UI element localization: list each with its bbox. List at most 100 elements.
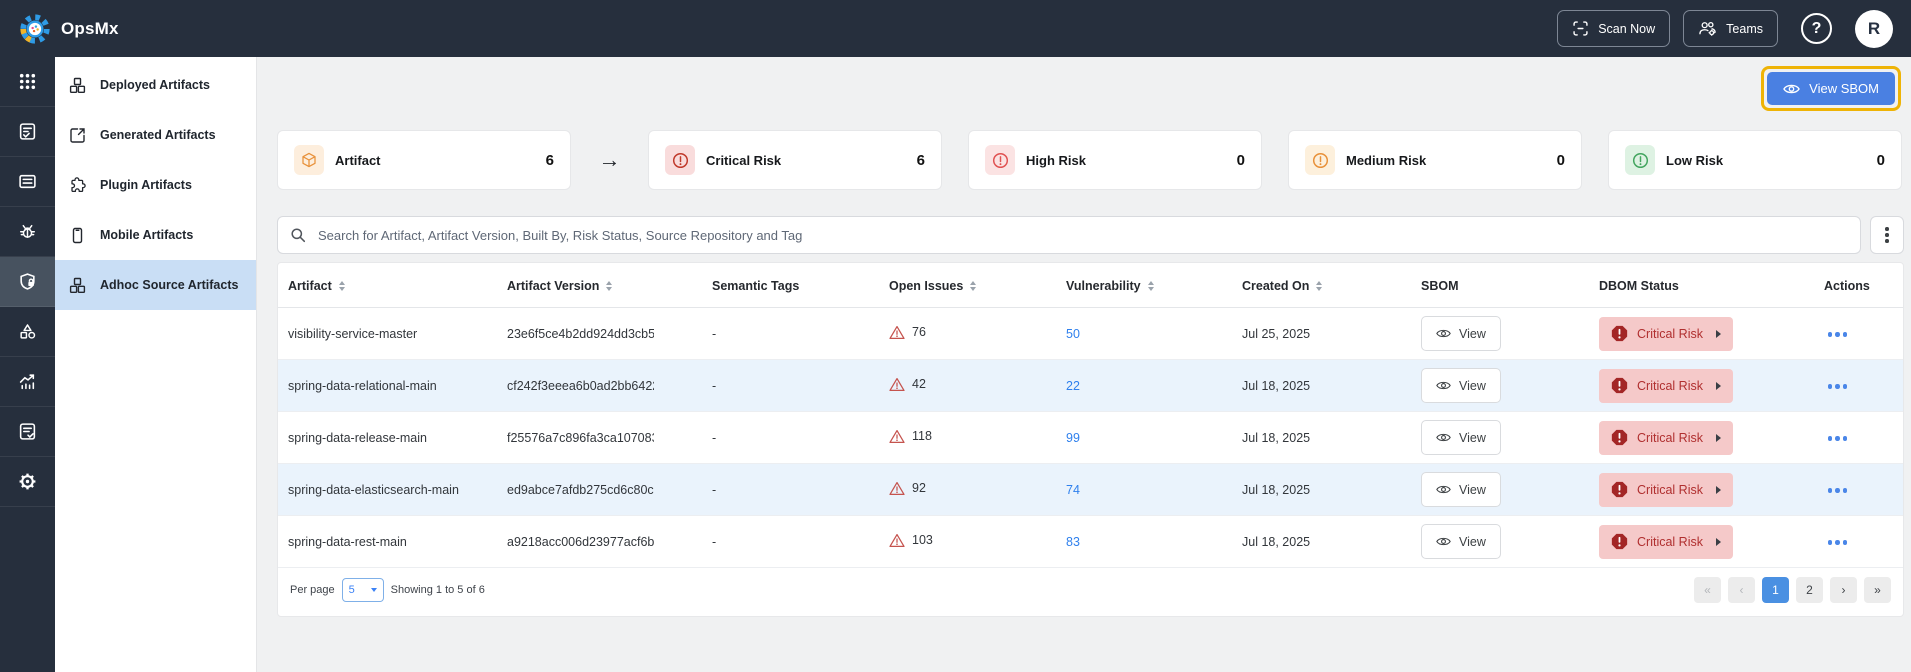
rail-item-report-check[interactable]: [0, 107, 55, 157]
page-button[interactable]: 2: [1796, 577, 1823, 603]
artifact-version: a9218acc006d23977acf6bf2db: [507, 534, 654, 549]
shapes-icon: [20, 324, 36, 339]
dbom-status-label: Critical Risk: [1637, 430, 1703, 445]
column-header[interactable]: Created On: [1232, 263, 1411, 308]
caret-right-icon: [1715, 485, 1721, 494]
sort-icon[interactable]: [970, 281, 977, 291]
sidebar-item[interactable]: Mobile Artifacts: [55, 210, 256, 260]
next-page-button[interactable]: ›: [1830, 577, 1857, 603]
scan-now-button[interactable]: Scan Now: [1557, 10, 1671, 47]
dbom-status-badge[interactable]: Critical Risk: [1599, 524, 1733, 559]
teams-button[interactable]: Teams: [1683, 10, 1778, 47]
column-header[interactable]: Vulnerability: [1056, 263, 1232, 308]
rail-item-apps[interactable]: [0, 57, 55, 107]
vulnerability-count-link[interactable]: 74: [1066, 483, 1080, 497]
rail-item-shapes[interactable]: [0, 307, 55, 357]
created-on: Jul 18, 2025: [1242, 534, 1311, 549]
main-content: View SBOM Artifact 6 → Critical Risk 6 H…: [257, 57, 1911, 672]
view-sbom-button[interactable]: View SBOM: [1767, 72, 1895, 105]
sidebar-item[interactable]: Generated Artifacts: [55, 110, 256, 160]
rail-item-shield-lock[interactable]: [0, 257, 55, 307]
last-page-button[interactable]: »: [1864, 577, 1891, 603]
rail-item-checklist[interactable]: [0, 407, 55, 457]
vulnerability-count-link[interactable]: 99: [1066, 431, 1080, 445]
first-page-button[interactable]: «: [1694, 577, 1721, 603]
open-issues: 118: [889, 429, 932, 444]
column-header[interactable]: DBOM Status: [1589, 263, 1814, 308]
sort-icon[interactable]: [1147, 281, 1154, 291]
opsmx-logo-icon: [20, 13, 50, 44]
vulnerability-count-link[interactable]: 83: [1066, 535, 1080, 549]
page-button[interactable]: 1: [1762, 577, 1789, 603]
critical-octagon-icon: [1611, 481, 1628, 498]
dbom-status-badge[interactable]: Critical Risk: [1599, 420, 1733, 455]
sort-icon[interactable]: [338, 281, 345, 291]
kebab-menu-button[interactable]: [1870, 216, 1904, 254]
column-header[interactable]: Artifact Version: [497, 263, 702, 308]
analytics-chart-icon: [19, 374, 35, 390]
semantic-tags: -: [712, 534, 717, 549]
cubes-icon: [69, 77, 86, 93]
open-issues-count: 118: [912, 429, 932, 443]
risk-alert-icon: [1632, 152, 1648, 168]
column-header[interactable]: Artifact: [278, 263, 497, 308]
help-button[interactable]: ?: [1801, 13, 1832, 44]
dbom-status-badge[interactable]: Critical Risk: [1599, 472, 1733, 507]
sort-icon[interactable]: [606, 281, 613, 291]
rail-item-list-card[interactable]: [0, 157, 55, 207]
column-header-label: Artifact Version: [507, 279, 600, 293]
open-issues-count: 76: [912, 325, 926, 339]
sidebar-item-icon: [69, 277, 87, 294]
sidebar-item-icon: [69, 176, 87, 194]
sbom-view-button[interactable]: View: [1421, 472, 1501, 507]
column-header[interactable]: Actions: [1814, 263, 1903, 308]
warning-triangle-icon: [889, 481, 905, 495]
sbom-view-button[interactable]: View: [1421, 316, 1501, 351]
rail-item-analytics[interactable]: [0, 357, 55, 407]
brand[interactable]: OpsMx: [18, 12, 119, 46]
prev-page-button[interactable]: ‹: [1728, 577, 1755, 603]
scan-icon: [1573, 21, 1588, 36]
app-header: OpsMx Scan Now Teams ? R: [0, 0, 1911, 57]
summary-card-icon: [1305, 145, 1335, 175]
row-actions-button[interactable]: [1824, 327, 1851, 342]
checklist-icon: [19, 423, 36, 440]
report-check-icon: [19, 123, 36, 140]
sbom-view-button[interactable]: View: [1421, 368, 1501, 403]
summary-card-label: Artifact: [335, 152, 381, 168]
column-header[interactable]: Semantic Tags: [702, 263, 879, 308]
caret-right-icon: [1715, 433, 1721, 442]
artifacts-table: Artifact Artifact Version Semantic Tags …: [278, 263, 1903, 568]
dbom-status-badge[interactable]: Critical Risk: [1599, 368, 1733, 403]
caret-right-icon: [1715, 381, 1721, 390]
dbom-status-badge[interactable]: Critical Risk: [1599, 316, 1733, 351]
sbom-view-button[interactable]: View: [1421, 420, 1501, 455]
sidebar-item[interactable]: Deployed Artifacts: [55, 60, 256, 110]
sort-icon[interactable]: [1316, 281, 1323, 291]
eye-icon: [1436, 537, 1451, 546]
artifact-nav-sidebar: Deployed Artifacts Generated Artifacts P…: [55, 57, 257, 672]
warning-triangle-icon: [889, 429, 905, 443]
sidebar-item[interactable]: Plugin Artifacts: [55, 160, 256, 210]
vulnerability-count-link[interactable]: 50: [1066, 327, 1080, 341]
column-header[interactable]: SBOM: [1411, 263, 1589, 308]
column-header-label: Created On: [1242, 279, 1310, 293]
rail-item-settings[interactable]: [0, 457, 55, 507]
pager: « ‹ 12 › »: [1694, 577, 1891, 603]
row-actions-button[interactable]: [1824, 483, 1851, 498]
per-page-select[interactable]: 5: [341, 578, 384, 602]
rail-item-bug[interactable]: [0, 207, 55, 257]
search-input[interactable]: [316, 226, 1848, 244]
sbom-view-button[interactable]: View: [1421, 524, 1501, 559]
vulnerability-count-link[interactable]: 22: [1066, 379, 1080, 393]
sbom-view-label: View: [1459, 482, 1486, 497]
row-actions-button[interactable]: [1824, 431, 1851, 446]
sidebar-item-label: Deployed Artifacts: [100, 77, 210, 92]
sidebar-item[interactable]: Adhoc Source Artifacts: [55, 260, 256, 310]
row-actions-button[interactable]: [1824, 379, 1851, 394]
row-actions-button[interactable]: [1824, 535, 1851, 550]
user-avatar[interactable]: R: [1855, 9, 1893, 48]
teams-icon: [1699, 21, 1716, 36]
column-header[interactable]: Open Issues: [879, 263, 1056, 308]
critical-octagon-icon: [1611, 533, 1628, 550]
